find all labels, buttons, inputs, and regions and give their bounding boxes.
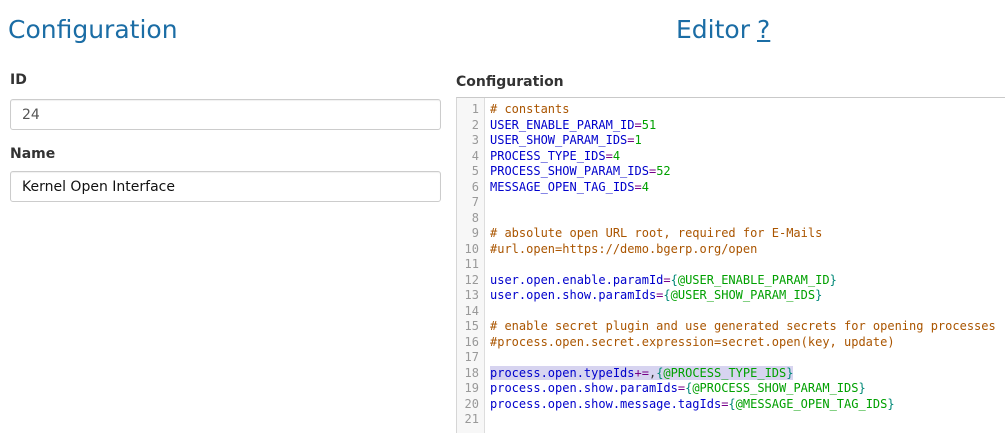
editor-configuration-label: Configuration bbox=[456, 74, 564, 90]
code-line[interactable]: 17 bbox=[457, 350, 1005, 366]
line-number: 2 bbox=[457, 118, 486, 134]
code-line[interactable]: 15 # enable secret plugin and use generat… bbox=[457, 319, 1005, 335]
code-token: = bbox=[606, 149, 613, 163]
code-line[interactable]: 1 # constants bbox=[457, 102, 1005, 118]
code-line[interactable]: 19process.open.show.paramIds={@PROCESS_S… bbox=[457, 381, 1005, 397]
line-number: 20 bbox=[457, 397, 486, 413]
code-line[interactable]: 9 # absolute open URL root, required for … bbox=[457, 226, 1005, 242]
line-number: 12 bbox=[457, 273, 486, 289]
code-line[interactable]: 2 USER_ENABLE_PARAM_ID=51 bbox=[457, 118, 1005, 134]
code-token: @USER_ENABLE_PARAM_ID bbox=[678, 273, 830, 287]
code-line[interactable]: 18 process.open.typeIds+=,{@PROCESS_TYPE_… bbox=[457, 366, 1005, 382]
code-line[interactable]: 5PROCESS_SHOW_PARAM_IDS=52 bbox=[457, 164, 1005, 180]
page-title-editor: Editor? bbox=[676, 15, 770, 45]
code-lines: 1# constants2USER_ENABLE_PARAM_ID=513USE… bbox=[457, 102, 1005, 428]
code-token: process.open.show.paramIds bbox=[490, 381, 678, 395]
line-number: 11 bbox=[457, 257, 486, 273]
code-token: += bbox=[635, 366, 649, 380]
code-line[interactable]: 8 bbox=[457, 211, 1005, 227]
code-token: } bbox=[815, 288, 822, 302]
code-token: 4 bbox=[642, 180, 649, 194]
code-token: PROCESS_SHOW_PARAM_IDS bbox=[490, 164, 649, 178]
selected-text: process.open.typeIds+=,{@PROCESS_TYPE_ID… bbox=[490, 366, 793, 380]
code-token: process.open.show.message.tagIds bbox=[490, 397, 721, 411]
code-token: 4 bbox=[613, 149, 620, 163]
code-token: = bbox=[663, 273, 670, 287]
code-line[interactable]: 13user.open.show.paramIds={@USER_SHOW_PA… bbox=[457, 288, 1005, 304]
line-number: 14 bbox=[457, 304, 486, 320]
code-token: user.open.enable.paramId bbox=[490, 273, 663, 287]
line-number: 19 bbox=[457, 381, 486, 397]
code-token: = bbox=[635, 118, 642, 132]
code-token: 51 bbox=[642, 118, 656, 132]
code-line[interactable]: 16 #process.open.secret.expression=secret… bbox=[457, 335, 1005, 351]
page-title-configuration: Configuration bbox=[8, 15, 178, 45]
code-token: = bbox=[627, 133, 634, 147]
code-token: } bbox=[786, 366, 793, 380]
name-label: Name bbox=[10, 146, 55, 162]
line-number: 5 bbox=[457, 164, 486, 180]
code-token: PROCESS_TYPE_IDS bbox=[490, 149, 606, 163]
code-token: { bbox=[728, 397, 735, 411]
code-token: } bbox=[830, 273, 837, 287]
code-line[interactable]: 10 #url.open=https://demo.bgerp.org/open bbox=[457, 242, 1005, 258]
code-token: { bbox=[663, 288, 670, 302]
code-token: # constants bbox=[490, 102, 569, 116]
line-number: 17 bbox=[457, 350, 486, 366]
code-token: # enable secret plugin and use generated… bbox=[490, 319, 996, 333]
code-token: process.open.typeIds bbox=[490, 366, 635, 380]
code-token: @USER_SHOW_PARAM_IDS bbox=[671, 288, 816, 302]
line-number: 10 bbox=[457, 242, 486, 258]
line-number: 1 bbox=[457, 102, 486, 118]
code-token: MESSAGE_OPEN_TAG_IDS bbox=[490, 180, 635, 194]
code-line[interactable]: 12 user.open.enable.paramId={@USER_ENABLE… bbox=[457, 273, 1005, 289]
line-number: 3 bbox=[457, 133, 486, 149]
id-input[interactable] bbox=[10, 99, 441, 130]
id-label: ID bbox=[10, 72, 27, 88]
code-line[interactable]: 20process.open.show.message.tagIds={@MES… bbox=[457, 397, 1005, 413]
code-token: @MESSAGE_OPEN_TAG_IDS bbox=[736, 397, 888, 411]
code-token: #process.open.secret.expression=secret.o… bbox=[490, 335, 895, 349]
name-input[interactable] bbox=[10, 171, 441, 202]
code-line[interactable]: 14 bbox=[457, 304, 1005, 320]
line-number: 13 bbox=[457, 288, 486, 304]
code-editor[interactable]: 1# constants2USER_ENABLE_PARAM_ID=513USE… bbox=[456, 97, 1005, 433]
code-line[interactable]: 4PROCESS_TYPE_IDS=4 bbox=[457, 149, 1005, 165]
code-token: = bbox=[635, 180, 642, 194]
line-number: 7 bbox=[457, 195, 486, 211]
code-token: } bbox=[887, 397, 894, 411]
code-token: user.open.show.paramIds bbox=[490, 288, 656, 302]
code-token: 52 bbox=[656, 164, 670, 178]
line-number: 21 bbox=[457, 412, 486, 428]
code-token: # absolute open URL root, required for E… bbox=[490, 226, 822, 240]
line-number: 9 bbox=[457, 226, 486, 242]
code-token: USER_SHOW_PARAM_IDS bbox=[490, 133, 627, 147]
line-number: 8 bbox=[457, 211, 486, 227]
code-token: 1 bbox=[635, 133, 642, 147]
code-token: } bbox=[858, 381, 865, 395]
line-number: 6 bbox=[457, 180, 486, 196]
help-link[interactable]: ? bbox=[757, 15, 770, 44]
code-token: @PROCESS_TYPE_IDS bbox=[663, 366, 786, 380]
code-line[interactable]: 3 USER_SHOW_PARAM_IDS=1 bbox=[457, 133, 1005, 149]
code-line[interactable]: 11 bbox=[457, 257, 1005, 273]
code-token: { bbox=[671, 273, 678, 287]
line-number: 15 bbox=[457, 319, 486, 335]
code-line[interactable]: 7 bbox=[457, 195, 1005, 211]
code-token: USER_ENABLE_PARAM_ID bbox=[490, 118, 635, 132]
line-number: 18 bbox=[457, 366, 486, 382]
code-token: #url.open=https://demo.bgerp.org/open bbox=[490, 242, 757, 256]
code-line[interactable]: 21 bbox=[457, 412, 1005, 428]
code-token: = bbox=[678, 381, 685, 395]
code-token: @PROCESS_SHOW_PARAM_IDS bbox=[692, 381, 858, 395]
line-number: 16 bbox=[457, 335, 486, 351]
code-line[interactable]: 6 MESSAGE_OPEN_TAG_IDS=4 bbox=[457, 180, 1005, 196]
editor-title-text: Editor bbox=[676, 15, 750, 44]
line-number: 4 bbox=[457, 149, 486, 165]
